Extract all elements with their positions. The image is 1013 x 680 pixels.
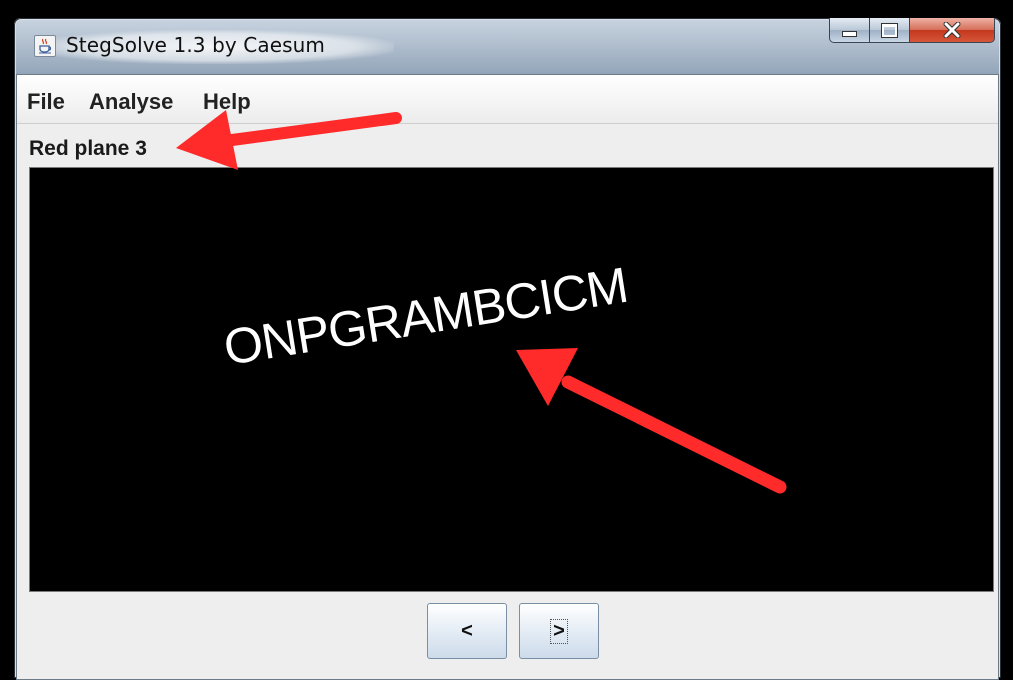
arrow-to-hidden-text [516,348,787,494]
annotation-layer [176,110,787,494]
arrow-to-plane-label [176,110,402,170]
